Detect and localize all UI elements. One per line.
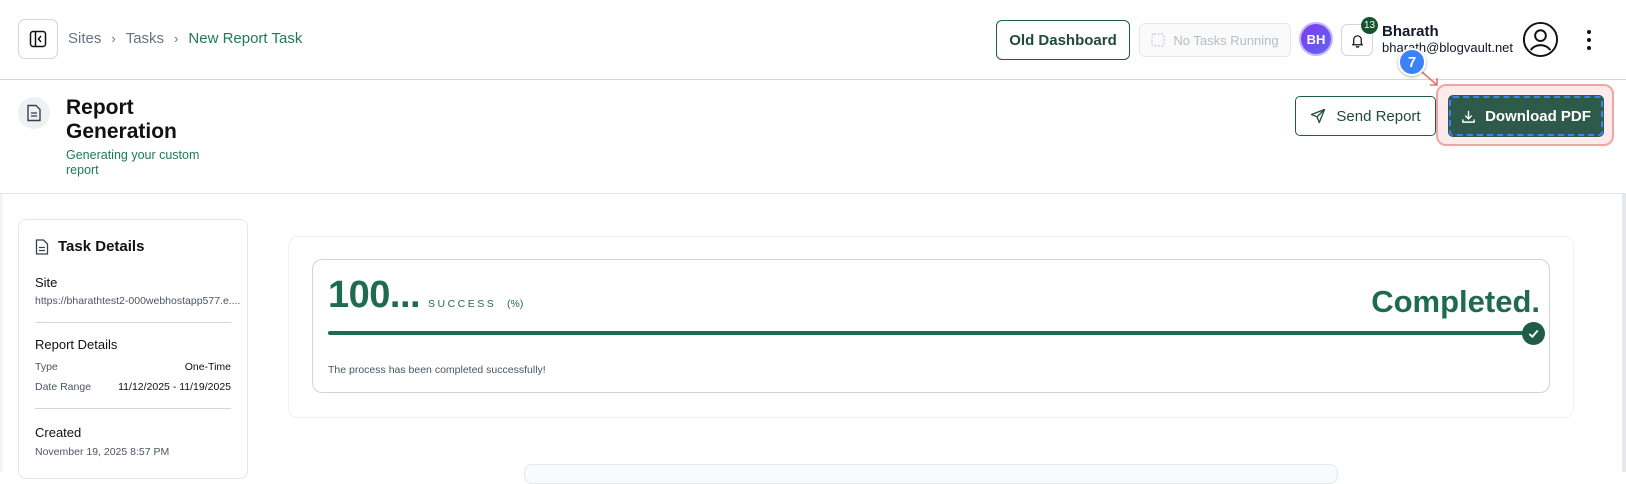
progress-bar-fill (328, 331, 1535, 335)
tasks-status-button: No Tasks Running (1139, 23, 1291, 57)
success-label: SUCCESS (428, 298, 497, 310)
chevron-right-icon: › (174, 31, 179, 46)
created-label: Created (35, 425, 82, 440)
send-report-label: Send Report (1336, 107, 1421, 125)
progress-complete-badge (1522, 322, 1545, 345)
report-icon (18, 97, 50, 129)
panel-edge (0, 194, 3, 472)
user-name: Bharath (1382, 23, 1439, 40)
avatar[interactable]: BH (1301, 24, 1331, 54)
document-icon (27, 104, 41, 122)
progress-bar (328, 331, 1535, 335)
percent-unit-label: (%) (507, 298, 524, 310)
date-range-label: Date Range (35, 381, 92, 393)
site-url: https://bharathtest2-000webhostapp577.e.… (35, 295, 241, 307)
breadcrumb-sites[interactable]: Sites (68, 30, 101, 47)
breadcrumb: Sites › Tasks › New Report Task (68, 30, 302, 47)
task-details-header: Task Details (35, 238, 144, 255)
report-details-label: Report Details (35, 337, 118, 352)
step-annotation-badge: 7 (1398, 48, 1426, 76)
download-pdf-button[interactable]: Download PDF (1448, 95, 1604, 137)
completed-status: Completed. (1371, 284, 1540, 319)
bell-icon (1351, 34, 1363, 48)
file-text-icon (35, 238, 49, 255)
next-section-card (524, 464, 1338, 484)
site-label: Site (35, 275, 58, 290)
notification-count-badge: 13 (1361, 17, 1378, 34)
more-vertical-icon[interactable] (1582, 26, 1596, 54)
divider (35, 322, 231, 323)
scrollbar[interactable] (1622, 194, 1626, 472)
page-subtitle: Generating your custom report (66, 148, 200, 177)
check-icon (1528, 329, 1539, 339)
created-value: November 19, 2025 8:57 PM (35, 446, 170, 458)
download-icon (1462, 110, 1475, 123)
user-circle-icon[interactable] (1522, 21, 1559, 58)
task-details-title: Task Details (58, 238, 145, 255)
breadcrumb-tasks[interactable]: Tasks (126, 30, 164, 47)
type-label: Type (35, 361, 58, 373)
progress-value: 100... (328, 274, 421, 316)
breadcrumb-current: New Report Task (188, 30, 303, 47)
divider (35, 408, 231, 409)
send-report-button[interactable]: Send Report (1295, 96, 1436, 136)
tasks-icon (1151, 33, 1165, 47)
type-value: One-Time (184, 361, 231, 373)
sidebar-toggle-icon (29, 30, 47, 48)
date-range-value: 11/12/2025 - 11/19/2025 (118, 381, 231, 393)
send-icon (1311, 108, 1326, 124)
completion-message: The process has been completed successfu… (328, 364, 546, 376)
task-details-card: Task Details Site https://bharathtest2-0… (18, 219, 248, 479)
chevron-right-icon: › (111, 31, 116, 46)
sidebar-toggle-button[interactable] (18, 19, 58, 59)
tasks-status-label: No Tasks Running (1173, 32, 1279, 48)
page-title: Report Generation (66, 96, 177, 143)
old-dashboard-button[interactable]: Old Dashboard (996, 20, 1130, 60)
download-pdf-label: Download PDF (1485, 107, 1591, 125)
